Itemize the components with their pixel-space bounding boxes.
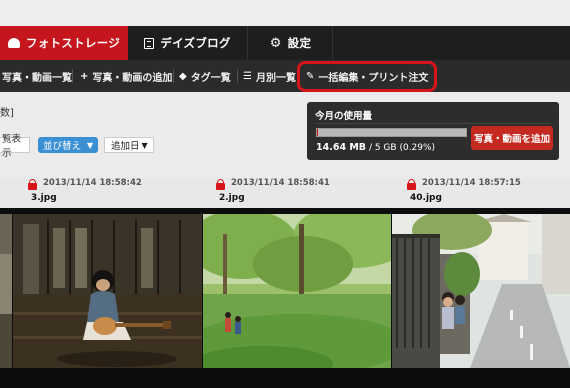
- count-text: 数]: [0, 108, 14, 119]
- usage-title: 今月の使用量: [315, 111, 373, 122]
- lock-icon: [216, 179, 225, 190]
- usage-text: 14.64 MB / 5 GB (0.29%): [316, 142, 435, 153]
- usage-progress-fill: [317, 129, 319, 136]
- main-navigation: フォトストレージ デイズブログ ⚙ 設定: [0, 26, 570, 60]
- list-icon: ☰: [243, 70, 252, 82]
- photo-filename[interactable]: 2.jpg: [219, 193, 245, 203]
- blog-icon: [144, 37, 155, 49]
- highlight-box: [297, 61, 437, 92]
- sub-nav-tag-list-label: タグ一覧: [190, 72, 231, 84]
- tab-photo-storage[interactable]: フォトストレージ: [0, 26, 128, 60]
- usage-used: 14.64 MB: [316, 142, 367, 153]
- sub-navigation: 写真・動画一覧 + 写真・動画の追加 ◆ タグ一覧 ☰ 月別一覧 ✎ 一括編集・…: [0, 60, 570, 92]
- tab-settings-label: 設定: [287, 36, 312, 50]
- photo-thumbnail[interactable]: [203, 214, 391, 368]
- sub-nav-photo-list[interactable]: 写真・動画一覧: [2, 60, 72, 92]
- chevron-down-icon: ▼: [141, 140, 148, 150]
- photo-card-header: 2013/11/14 18:58:41 2.jpg: [216, 178, 356, 208]
- photo-card-header: 2013/11/14 18:58:42 3.jpg: [28, 178, 168, 208]
- sub-nav-monthly-list-label: 月別一覧: [255, 72, 296, 84]
- photo-filename[interactable]: 40.jpg: [410, 193, 442, 203]
- photo-thumbnail[interactable]: [392, 214, 570, 368]
- tab-days-blog[interactable]: デイズブログ: [128, 26, 248, 60]
- photo-filename[interactable]: 3.jpg: [31, 193, 57, 203]
- tag-icon: ◆: [179, 70, 187, 82]
- photo-date: 2013/11/14 18:58:42: [43, 178, 142, 188]
- tab-days-blog-label: デイズブログ: [160, 36, 231, 50]
- divider: [315, 123, 551, 124]
- usage-total: / 5 GB: [368, 143, 397, 153]
- sort-by-label: 追加日: [111, 141, 140, 152]
- divider: [72, 69, 73, 83]
- photo-card-header: 2013/11/14 18:57:15 40.jpg: [407, 178, 547, 208]
- sub-nav-add-photo-label: 写真・動画の追加: [92, 72, 173, 84]
- tab-settings[interactable]: ⚙ 設定: [249, 26, 333, 60]
- chevron-down-icon: ▼: [87, 140, 94, 150]
- lock-icon: [28, 179, 37, 190]
- tab-photo-storage-label: フォトストレージ: [25, 36, 121, 50]
- divider: [237, 69, 238, 83]
- list-display-button[interactable]: 覧表示: [0, 134, 30, 159]
- usage-percent: (0.29%): [399, 143, 436, 153]
- sub-nav-tag-list[interactable]: ◆ タグ一覧: [179, 60, 231, 92]
- divider: [173, 69, 174, 83]
- plus-icon: +: [80, 70, 89, 82]
- photo-thumbnail-partial[interactable]: [0, 214, 12, 368]
- top-strip: [0, 0, 570, 26]
- sort-label: 並び替え: [43, 141, 82, 152]
- usage-panel: 今月の使用量 14.64 MB / 5 GB (0.29%) 写真・動画を追加: [307, 102, 559, 160]
- cloud-icon: [7, 38, 20, 48]
- sub-nav-add-photo[interactable]: + 写真・動画の追加: [80, 60, 172, 92]
- photo-date: 2013/11/14 18:57:15: [422, 178, 521, 188]
- photo-thumbnail[interactable]: [13, 214, 202, 368]
- lock-icon: [407, 179, 416, 190]
- sort-button[interactable]: 並び替え ▼: [38, 137, 98, 153]
- sort-by-dropdown[interactable]: 追加日 ▼: [104, 137, 154, 153]
- photo-date: 2013/11/14 18:58:41: [231, 178, 330, 188]
- add-photo-video-button[interactable]: 写真・動画を追加: [471, 126, 553, 150]
- gear-icon: ⚙: [269, 35, 282, 51]
- sub-nav-monthly-list[interactable]: ☰ 月別一覧: [243, 60, 296, 92]
- sub-nav-photo-list-label: 写真・動画一覧: [2, 72, 72, 84]
- usage-progress-bar: [316, 128, 467, 137]
